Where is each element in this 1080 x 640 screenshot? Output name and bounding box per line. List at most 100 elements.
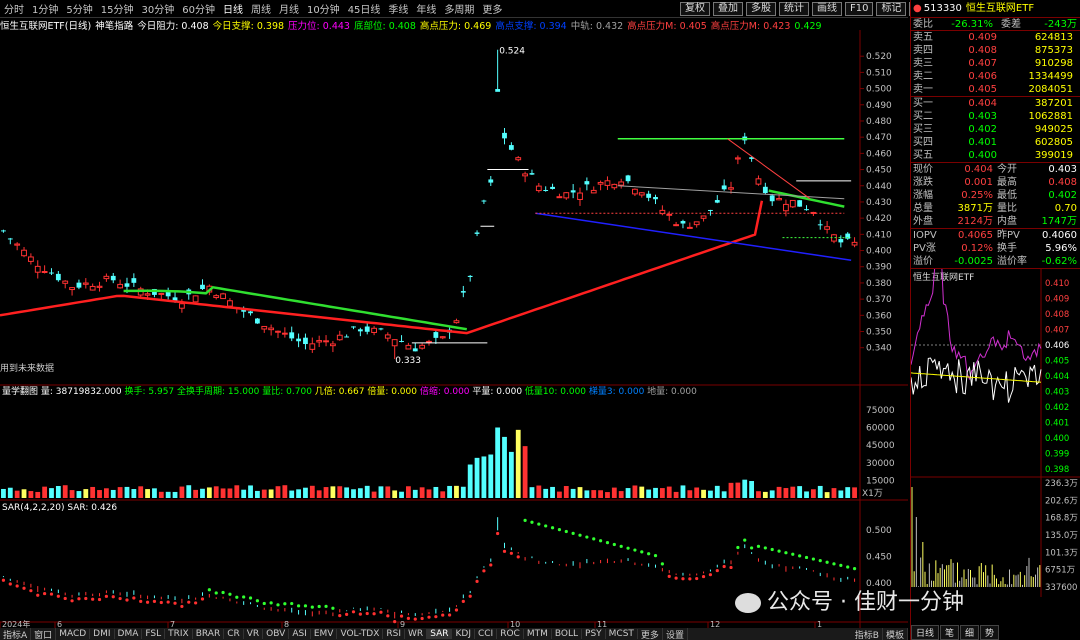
indicator-tab-24[interactable]: 更多 [638,628,663,640]
indicator-tab-7[interactable]: BRAR [193,629,225,639]
tool-button-0[interactable]: 复权 [680,2,710,16]
sar-dot [818,559,822,563]
indicator-tab-10[interactable]: OBV [263,629,290,639]
kline-chart[interactable]: 0.520 0.510 0.500 0.490 0.480 0.470 0.460 0.450… [0,30,908,628]
sar-dot [338,614,342,618]
quote-tab-3[interactable]: 势 [980,625,1000,640]
tool-button-6[interactable]: 标记 [876,2,907,16]
sar-dot [667,574,671,578]
indicator-tab-1[interactable]: 窗口 [31,628,57,640]
volume-bar [550,486,555,498]
candle-body [700,215,707,219]
sar-dot [454,608,459,612]
timeframe-3[interactable]: 15分钟 [97,1,138,16]
volume-indicator-name[interactable]: 量学翻图 [2,385,41,397]
bid-row[interactable]: 买一 0.404 387201 [911,97,1080,110]
sar-dot [564,529,568,534]
volume-bar [145,489,150,498]
stat-row: 溢价 -0.0025 溢价率 -0.62% [911,255,1080,268]
indicator-right-tab-1[interactable]: 模板 [883,628,908,640]
book-level-label: 买二 [913,111,933,122]
candle-body [316,340,323,343]
stat-label: PV涨 [913,243,936,254]
indicator-tab-18[interactable]: CCI [475,629,498,639]
indicator-tab-15[interactable]: WR [405,629,428,639]
indicator-tab-17[interactable]: KDJ [452,629,475,639]
book-price: 0.400 [968,150,997,161]
indicator-tab-21[interactable]: BOLL [552,629,583,639]
candle-body [618,181,625,186]
quote-tab-1[interactable]: 笔 [940,625,960,640]
timeframe-12[interactable]: 年线 [412,1,440,16]
indicator-tab-9[interactable]: VR [244,629,264,639]
timeframe-13[interactable]: 多周期 [440,1,478,16]
ask-row[interactable]: 卖一 0.405 2084051 [911,83,1080,96]
intraday-mini-chart[interactable]: 恒生互联网ETF 0.410 0.409 0.408 0.407 0.406 0.405 0.… [911,269,1080,597]
tool-button-3[interactable]: 统计 [779,2,809,16]
mini-volume-tick: 168.8万 [1045,514,1078,524]
bid-row[interactable]: 买三 0.402 949025 [911,123,1080,136]
sar-dot [43,591,47,596]
ask-row[interactable]: 卖四 0.408 875373 [911,44,1080,57]
quote-tab-2[interactable]: 细 [960,625,980,640]
tool-button-1[interactable]: 叠加 [713,2,743,16]
sar-dot [56,594,60,598]
order-ratio-row: 委比 -26.31% 委差 -243万 [911,18,1080,31]
indicator-right-tab-0[interactable]: 指标B [852,628,883,640]
timeframe-1[interactable]: 1分钟 [28,1,62,16]
ask-row[interactable]: 卖五 0.409 624813 [911,31,1080,44]
timeframe-4[interactable]: 30分钟 [137,1,178,16]
indicator-tab-25[interactable]: 设置 [663,628,688,640]
indicator-tab-4[interactable]: DMA [115,629,143,639]
indicator-tab-13[interactable]: VOL-TDX [337,629,384,639]
candle-body [556,196,563,199]
bid-row[interactable]: 买四 0.401 602805 [911,136,1080,149]
date-tick-label: 12 [710,620,720,628]
tool-button-5[interactable]: F10 [845,2,874,16]
indicator-tab-19[interactable]: ROC [497,629,524,639]
mini-price-tick: 0.404 [1045,372,1069,382]
candle-body [55,273,61,281]
indicator-tab-0[interactable]: 指标A [0,628,32,640]
candle-body [62,280,69,284]
volume-info-item: 量比: 0.700 [262,385,315,397]
quote-tab-0[interactable]: 日线 [911,625,940,640]
indicator-tab-22[interactable]: PSY [582,629,606,639]
timeframe-7[interactable]: 周线 [247,1,275,16]
indicator-tab-16[interactable]: SAR [427,629,453,639]
timeframe-2[interactable]: 5分钟 [62,1,96,16]
timeframe-9[interactable]: 10分钟 [303,1,344,16]
ask-row[interactable]: 卖三 0.407 910298 [911,57,1080,70]
bid-row[interactable]: 买五 0.400 399019 [911,149,1080,162]
timeframe-10[interactable]: 45日线 [344,1,385,16]
volume-info-item: 平量: 0.000 [472,386,525,397]
book-price: 0.405 [968,84,997,95]
timeframe-6[interactable]: 日线 [219,1,247,16]
volume-bar [454,485,459,498]
sar-dot [763,546,767,550]
timeframe-8[interactable]: 月线 [275,1,303,16]
indicator-tab-5[interactable]: FSL [142,629,166,639]
indicator-tab-20[interactable]: MTM [524,629,552,639]
timeframe-14[interactable]: 更多 [478,1,506,16]
tool-button-2[interactable]: 多股 [746,2,776,16]
sar-indicator-name[interactable]: SAR(4,2,2,20) [2,503,67,513]
indicator-tab-12[interactable]: EMV [311,629,338,639]
bid-row[interactable]: 买二 0.403 1062881 [911,110,1080,123]
candle-body [488,179,494,183]
timeframe-5[interactable]: 60分钟 [178,1,219,16]
indicator-tab-14[interactable]: RSI [383,629,406,639]
volume-info-item: 倍缩: 0.000 [420,385,473,397]
ask-row[interactable]: 卖二 0.406 1334499 [911,70,1080,83]
stat-label: 现价 [913,164,933,175]
timeframe-0[interactable]: 分时 [0,1,28,16]
indicator-tab-8[interactable]: CR [224,629,244,639]
timeframe-11[interactable]: 季线 [384,1,412,16]
indicator-tab-23[interactable]: MCST [606,629,638,639]
indicator-tab-11[interactable]: ASI [289,629,311,639]
indicator-tab-3[interactable]: DMI [90,629,115,639]
indicator-tab-6[interactable]: TRIX [165,629,193,639]
indicator-tab-2[interactable]: MACD [56,629,91,639]
tool-button-4[interactable]: 画线 [812,2,842,16]
stat-label: 涨跌 [913,177,933,188]
